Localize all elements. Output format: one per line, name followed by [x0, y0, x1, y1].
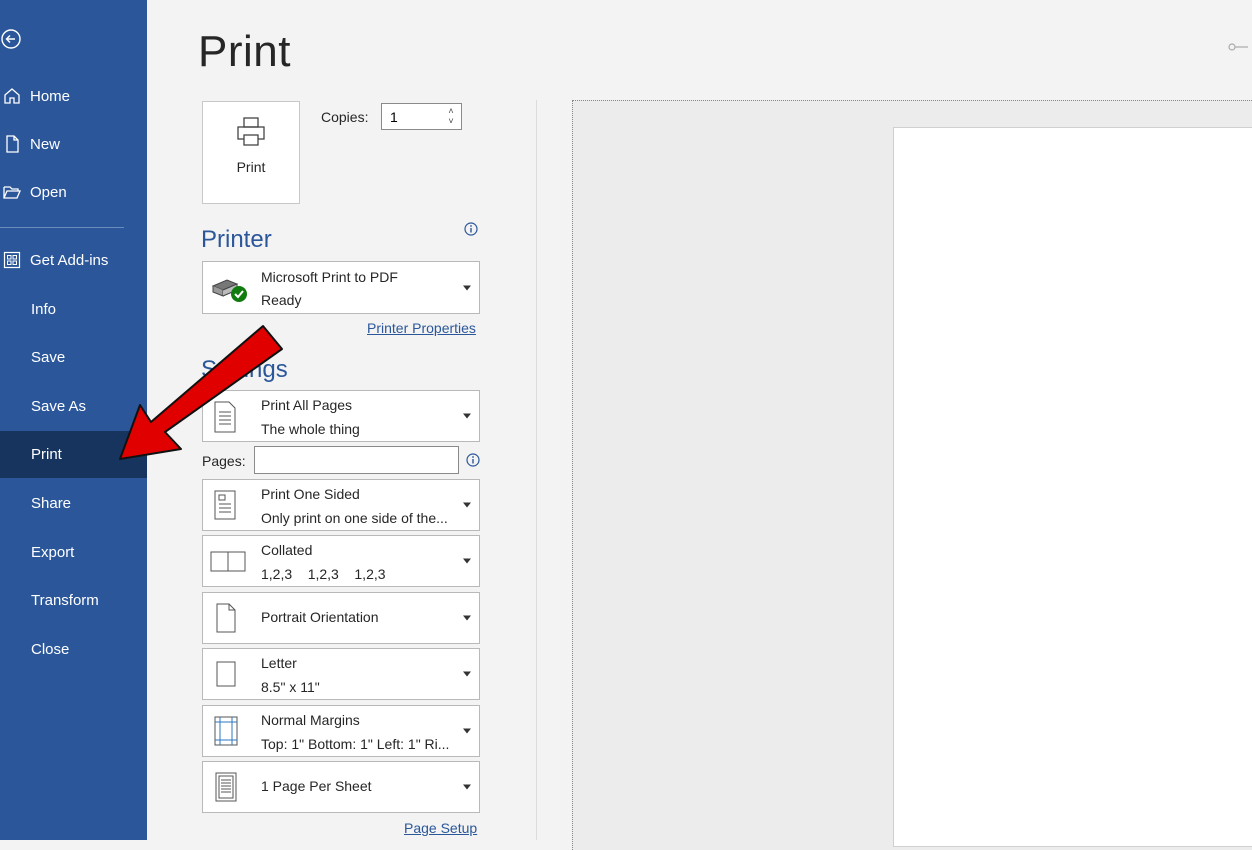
nav-share[interactable]: Share — [0, 481, 147, 525]
nav-save-label: Save — [31, 348, 66, 366]
preview-page — [893, 127, 1252, 847]
nav-save-as-label: Save As — [31, 397, 87, 415]
pages-per-sheet-icon — [215, 772, 237, 802]
printer-icon — [237, 117, 265, 146]
sidebar-divider — [0, 227, 124, 228]
print-button-label: Print — [236, 159, 266, 175]
printer-dropdown[interactable]: Microsoft Print to PDF Ready — [202, 261, 480, 314]
spinner-up-icon[interactable]: ˄ — [444, 106, 458, 116]
nav-new[interactable]: New — [0, 122, 147, 166]
sides-subtitle: Only print on one side of the... — [261, 510, 448, 526]
paper-size-dropdown[interactable]: Letter 8.5" x 11" — [202, 648, 480, 700]
print-range-title: Print All Pages — [261, 397, 353, 413]
copies-label: Copies: — [321, 109, 369, 125]
home-icon — [4, 88, 20, 104]
nav-export[interactable]: Export — [0, 530, 147, 574]
paper-size-icon — [216, 661, 236, 687]
print-range-subtitle: The whole thing — [261, 421, 360, 437]
print-button[interactable]: Print — [202, 101, 300, 204]
chevron-down-icon — [463, 728, 471, 734]
chevron-down-icon — [463, 784, 471, 790]
collation-subtitle: 1,2,3 1,2,3 1,2,3 — [261, 566, 386, 582]
sides-dropdown[interactable]: Print One Sided Only print on one side o… — [202, 479, 480, 531]
nav-save[interactable]: Save — [0, 335, 147, 379]
margins-title: Normal Margins — [261, 712, 360, 728]
nav-info-label: Info — [31, 300, 57, 318]
back-arrow-icon[interactable] — [0, 28, 22, 50]
paper-size-title: Letter — [261, 655, 297, 671]
page-title: Print — [198, 27, 291, 76]
nav-print-label: Print — [31, 446, 62, 463]
copies-spinner[interactable]: ˄ ˅ — [444, 106, 458, 128]
page-range-icon — [214, 401, 236, 433]
margins-icon — [214, 716, 238, 746]
sides-title: Print One Sided — [261, 486, 360, 502]
nav-home[interactable]: Home — [0, 74, 147, 118]
chevron-down-icon — [463, 615, 471, 621]
pages-per-sheet-dropdown[interactable]: 1 Page Per Sheet — [202, 761, 480, 813]
margins-dropdown[interactable]: Normal Margins Top: 1" Bottom: 1" Left: … — [202, 705, 480, 757]
margins-subtitle: Top: 1" Bottom: 1" Left: 1" Ri... — [261, 736, 450, 752]
chevron-down-icon — [463, 558, 471, 564]
info-icon[interactable] — [466, 453, 480, 467]
pane-divider — [536, 100, 537, 840]
key-icon — [1228, 43, 1248, 51]
nav-save-as[interactable]: Save As — [0, 384, 147, 428]
nav-transform[interactable]: Transform — [0, 578, 147, 622]
printer-ready-icon — [211, 278, 247, 302]
nav-open-label: Open — [30, 183, 67, 201]
orientation-title: Portrait Orientation — [261, 609, 379, 625]
orientation-dropdown[interactable]: Portrait Orientation — [202, 592, 480, 644]
collation-title: Collated — [261, 542, 313, 558]
printer-status: Ready — [261, 292, 302, 308]
nav-get-add-ins[interactable]: Get Add-ins — [0, 238, 147, 282]
settings-heading: Settings — [201, 356, 288, 383]
one-sided-icon — [214, 490, 236, 520]
spinner-down-icon[interactable]: ˅ — [444, 116, 458, 126]
printer-properties-link[interactable]: Printer Properties — [367, 320, 476, 336]
paper-size-subtitle: 8.5" x 11" — [261, 679, 320, 695]
print-range-dropdown[interactable]: Print All Pages The whole thing — [202, 390, 480, 442]
nav-open[interactable]: Open — [0, 170, 147, 214]
nav-transform-label: Transform — [31, 591, 99, 609]
add-ins-icon — [3, 251, 21, 269]
backstage-sidebar: Home New Open Get Add-ins Info Save Save… — [0, 0, 147, 840]
collation-dropdown[interactable]: Collated 1,2,3 1,2,3 1,2,3 — [202, 535, 480, 587]
printer-heading: Printer — [201, 226, 272, 253]
chevron-down-icon — [463, 413, 471, 419]
nav-close[interactable]: Close — [0, 627, 147, 671]
page-setup-link[interactable]: Page Setup — [404, 820, 477, 836]
nav-get-add-ins-label: Get Add-ins — [30, 251, 109, 269]
portrait-icon — [216, 603, 236, 633]
chevron-down-icon — [463, 671, 471, 677]
pages-label: Pages: — [202, 453, 246, 469]
printer-name: Microsoft Print to PDF — [261, 269, 398, 285]
folder-open-icon — [3, 186, 21, 199]
info-icon[interactable] — [464, 222, 478, 236]
chevron-down-icon — [463, 502, 471, 508]
collated-icon — [210, 551, 246, 572]
nav-info[interactable]: Info — [0, 287, 147, 331]
chevron-down-icon — [463, 285, 471, 290]
nav-close-label: Close — [31, 640, 70, 658]
new-document-icon — [6, 135, 19, 153]
pages-input[interactable] — [254, 446, 459, 474]
nav-print[interactable]: Print — [0, 431, 147, 478]
nav-export-label: Export — [31, 543, 75, 561]
nav-new-label: New — [30, 135, 61, 153]
pages-per-sheet-title: 1 Page Per Sheet — [261, 778, 372, 794]
nav-share-label: Share — [31, 494, 72, 512]
nav-home-label: Home — [30, 87, 71, 105]
